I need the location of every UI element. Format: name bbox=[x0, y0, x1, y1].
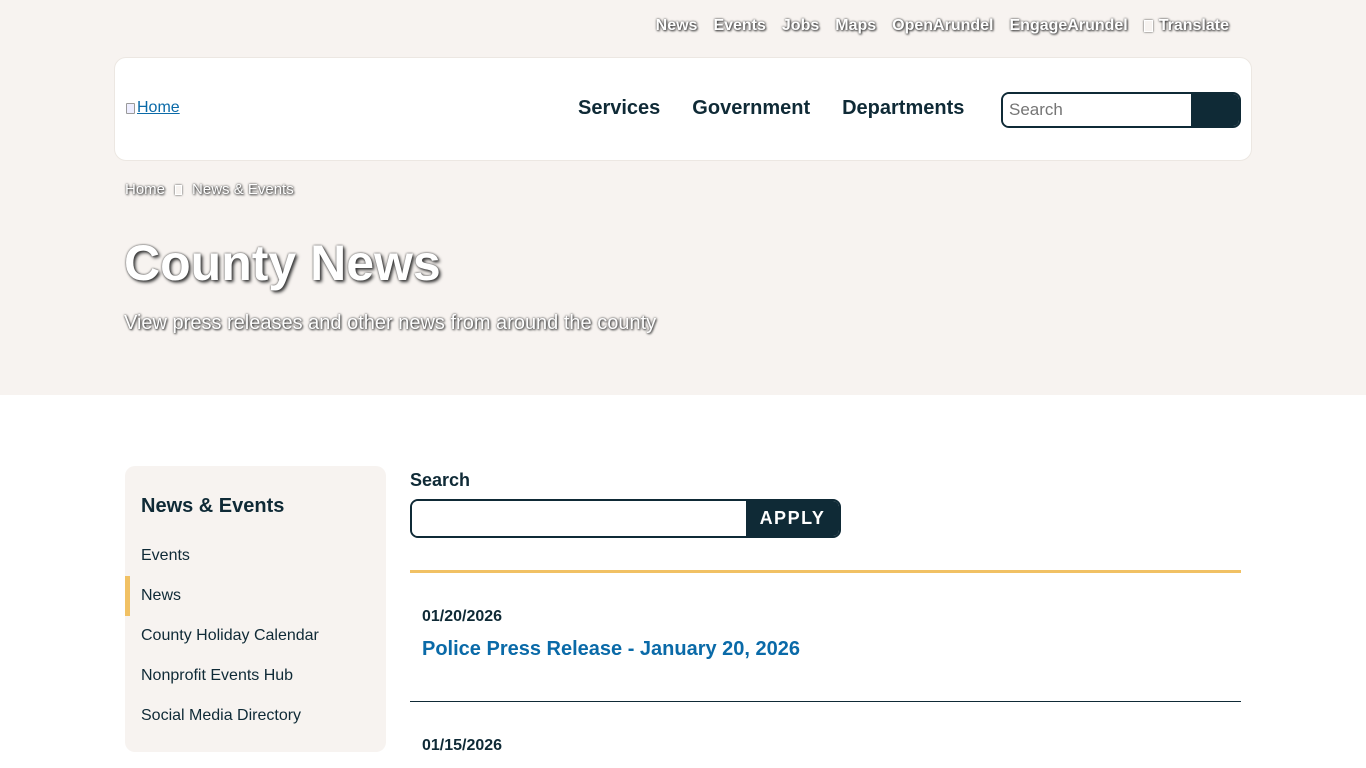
apply-button[interactable]: APPLY bbox=[746, 501, 839, 536]
news-date: 01/15/2026 bbox=[422, 737, 503, 754]
sidebar-item-label[interactable]: News bbox=[141, 587, 181, 605]
utility-link-openarundel[interactable]: OpenArundel bbox=[892, 17, 993, 35]
header-search-button[interactable] bbox=[1191, 94, 1239, 126]
utility-link-engagearundel[interactable]: EngageArundel bbox=[1010, 17, 1128, 35]
utility-link-maps[interactable]: Maps bbox=[835, 17, 876, 35]
news-date: 01/20/2026 bbox=[422, 608, 503, 625]
sidebar-item-label[interactable]: Events bbox=[141, 547, 190, 565]
sidebar-item-label[interactable]: Social Media Directory bbox=[141, 707, 301, 725]
sidebar: News & Events Events News County Holiday… bbox=[125, 466, 386, 752]
breadcrumb: Home News & Events bbox=[125, 181, 294, 198]
utility-link-events[interactable]: Events bbox=[713, 17, 765, 35]
sidebar-item-events[interactable]: Events bbox=[125, 536, 386, 576]
nav-services[interactable]: Services bbox=[578, 97, 660, 120]
sidebar-item-social-media[interactable]: Social Media Directory bbox=[125, 696, 386, 736]
main-nav: Services Government Departments bbox=[578, 97, 964, 120]
news-title-link[interactable]: Police Press Release - January 20, 2026 bbox=[422, 638, 800, 661]
sidebar-list: Events News County Holiday Calendar Nonp… bbox=[125, 536, 386, 736]
nav-departments[interactable]: Departments bbox=[842, 97, 964, 120]
breadcrumb-home[interactable]: Home bbox=[125, 181, 165, 198]
divider bbox=[410, 701, 1241, 702]
utility-link-jobs[interactable]: Jobs bbox=[782, 17, 819, 35]
home-logo-link[interactable]: Home bbox=[137, 99, 180, 117]
filter-search-input[interactable] bbox=[412, 501, 746, 536]
translate-label: Translate bbox=[1158, 17, 1229, 34]
nav-government[interactable]: Government bbox=[692, 97, 810, 120]
utility-nav: News Events Jobs Maps OpenArundel Engage… bbox=[656, 17, 1229, 35]
sidebar-item-nonprofit-events[interactable]: Nonprofit Events Hub bbox=[125, 656, 386, 696]
header-search-input[interactable] bbox=[1003, 94, 1191, 126]
sidebar-title: News & Events bbox=[141, 495, 285, 517]
filter-search-label: Search bbox=[410, 470, 471, 490]
breadcrumb-news-events[interactable]: News & Events bbox=[192, 181, 294, 198]
divider bbox=[410, 570, 1241, 573]
sidebar-item-label[interactable]: County Holiday Calendar bbox=[141, 627, 319, 645]
page-subtitle: View press releases and other news from … bbox=[124, 312, 657, 334]
broken-image-icon bbox=[126, 102, 135, 114]
header-search bbox=[1001, 92, 1241, 128]
translate-button[interactable]: Translate bbox=[1143, 17, 1229, 35]
globe-icon bbox=[1143, 20, 1153, 32]
utility-link-news[interactable]: News bbox=[656, 17, 698, 35]
sidebar-item-holiday-calendar[interactable]: County Holiday Calendar bbox=[125, 616, 386, 656]
sidebar-item-label[interactable]: Nonprofit Events Hub bbox=[141, 667, 293, 685]
sidebar-item-news[interactable]: News bbox=[125, 576, 386, 616]
page-title: County News bbox=[124, 235, 441, 291]
filter-search: APPLY bbox=[410, 499, 841, 538]
chevron-right-icon bbox=[175, 184, 183, 195]
logo[interactable]: Home bbox=[126, 99, 180, 117]
site-header: Home Services Government Departments bbox=[114, 57, 1252, 161]
